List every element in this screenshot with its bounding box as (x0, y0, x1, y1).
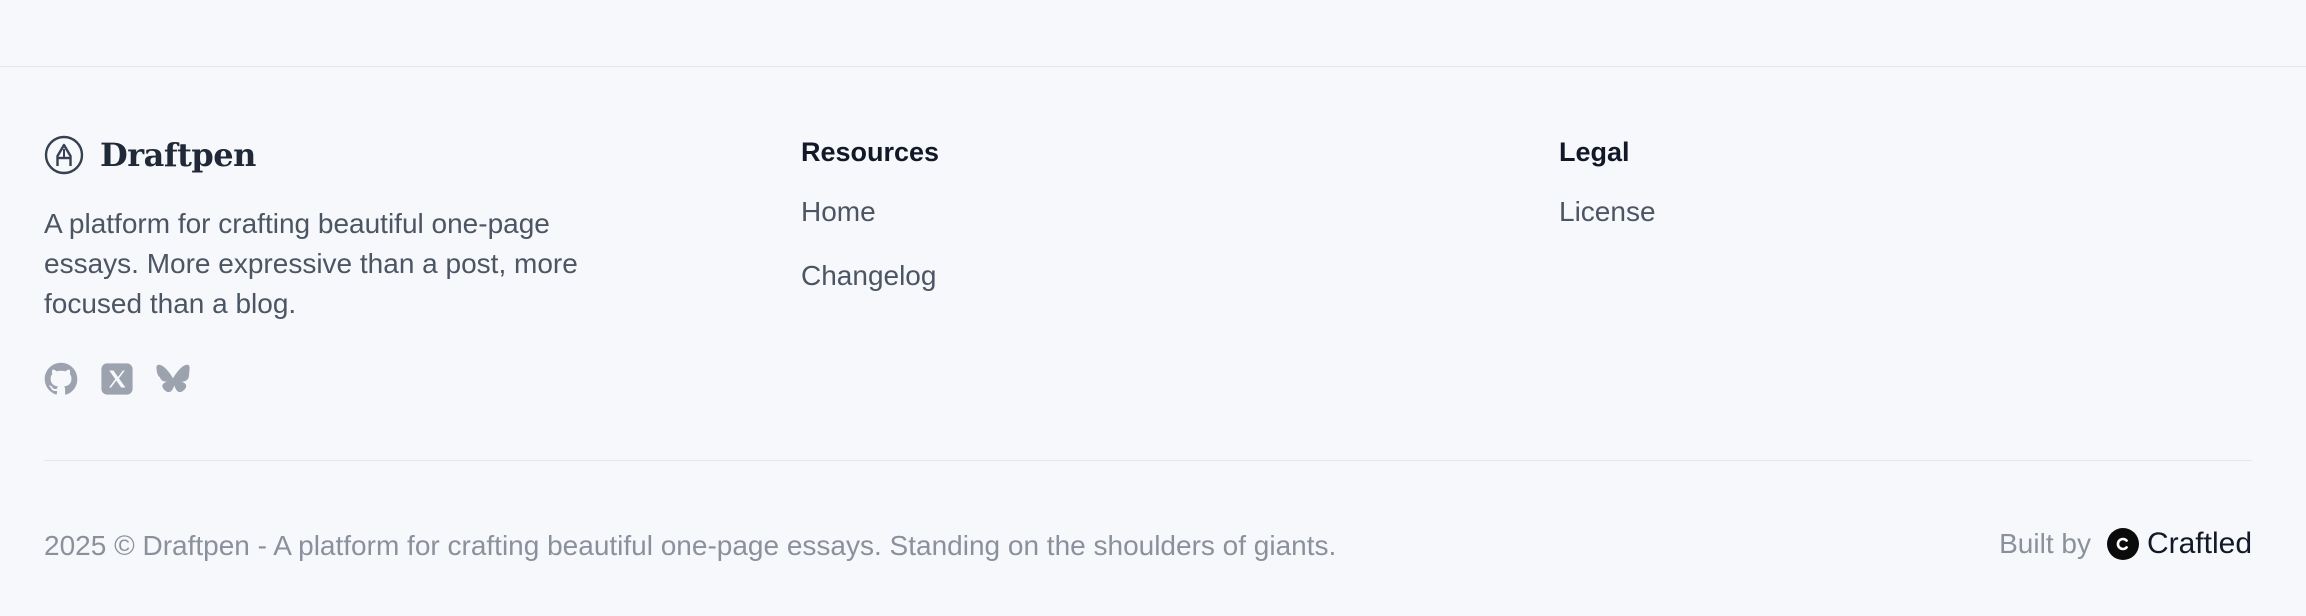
changelog-link[interactable]: Changelog (801, 258, 939, 294)
craftled-link[interactable]: Craftled (2106, 526, 2252, 562)
social-links (44, 362, 190, 396)
x-icon (101, 363, 133, 395)
craftled-logo-icon (2106, 528, 2139, 560)
craftled-name: Craftled (2146, 527, 2252, 560)
github-link[interactable] (44, 362, 78, 396)
x-link[interactable] (100, 362, 134, 396)
github-icon (44, 362, 78, 395)
home-link[interactable]: Home (801, 194, 939, 230)
brand-link[interactable]: Draftpen (44, 135, 256, 175)
top-divider (0, 66, 2306, 67)
built-by-label: Built by (1999, 528, 2091, 559)
legal-column: Legal License (1559, 136, 1656, 258)
bluesky-icon (156, 364, 190, 393)
license-link[interactable]: License (1559, 194, 1656, 230)
copyright-text: 2025 © Draftpen - A platform for craftin… (44, 530, 1337, 561)
bluesky-link[interactable] (156, 362, 190, 396)
pen-nib-circle-icon (44, 135, 84, 175)
built-by: Built by Craftled (1999, 526, 2252, 562)
brand-name: Draftpen (100, 136, 256, 174)
resources-title: Resources (801, 137, 940, 167)
brand-tagline: A platform for crafting beautiful one-pa… (44, 208, 578, 319)
resources-column: Resources Home Changelog (801, 136, 939, 322)
legal-title: Legal (1559, 137, 1630, 167)
bottom-divider (44, 460, 2252, 461)
